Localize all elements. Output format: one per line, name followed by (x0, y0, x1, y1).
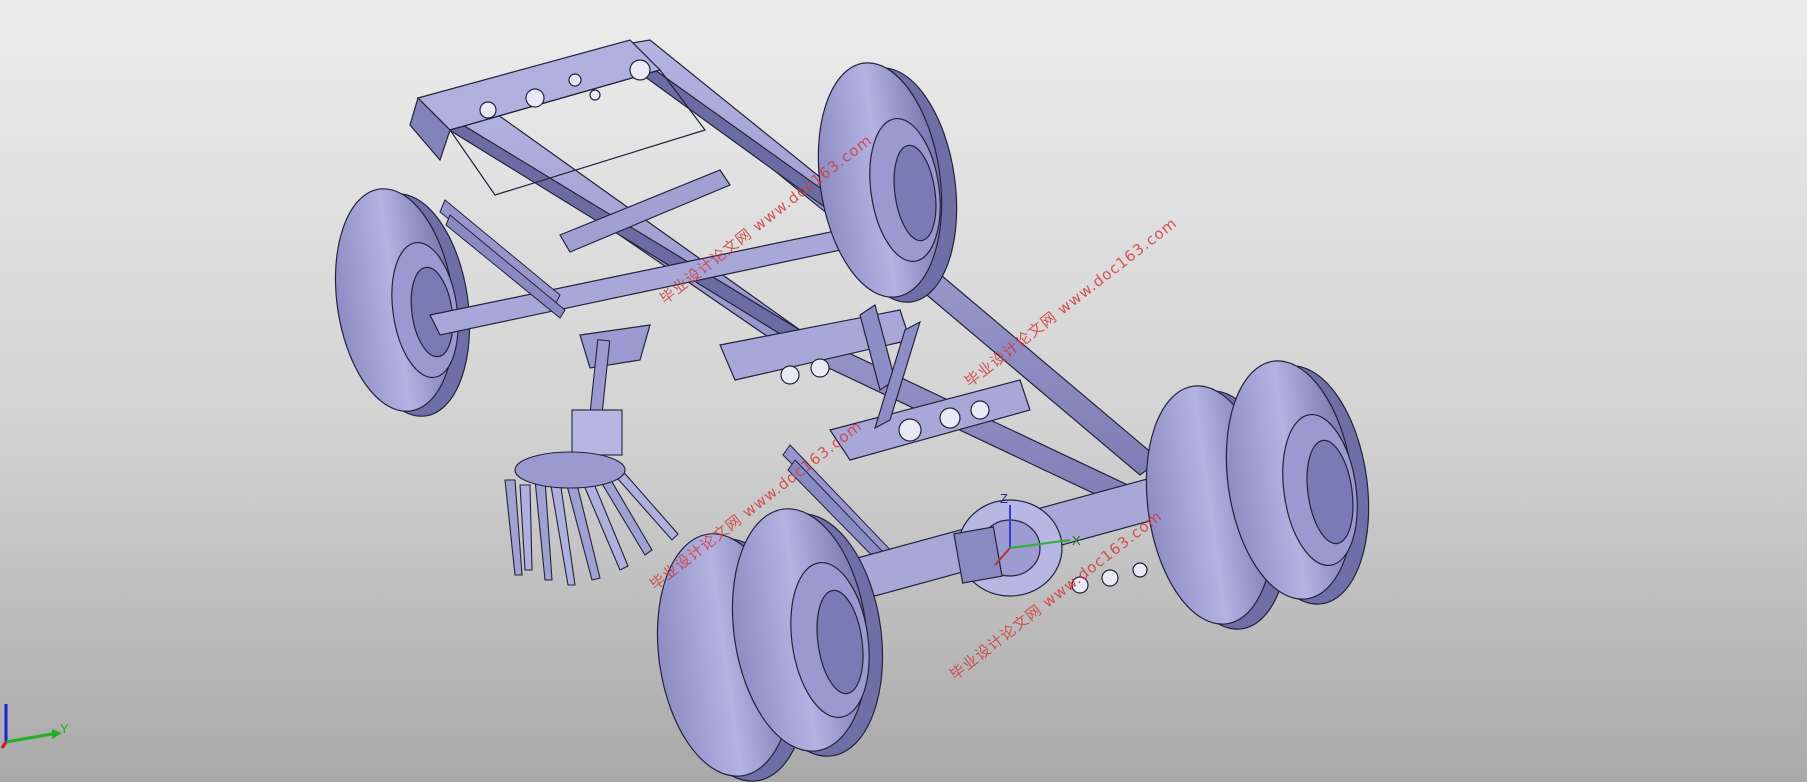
chassis-model[interactable]: Z X Y (0, 0, 1807, 782)
corner-triad: Y (0, 704, 69, 749)
3d-viewport[interactable]: Z X Y 毕业设计论文网 www.doc163.com 毕业设计论文网 www… (0, 0, 1807, 782)
steering-assembly (504, 339, 679, 586)
model-triad-z-label: Z (1000, 491, 1008, 506)
wheel-rear-right-dual (1145, 360, 1370, 630)
corner-triad-y-label: Y (60, 721, 69, 736)
model-triad-x-label: X (1072, 533, 1081, 548)
